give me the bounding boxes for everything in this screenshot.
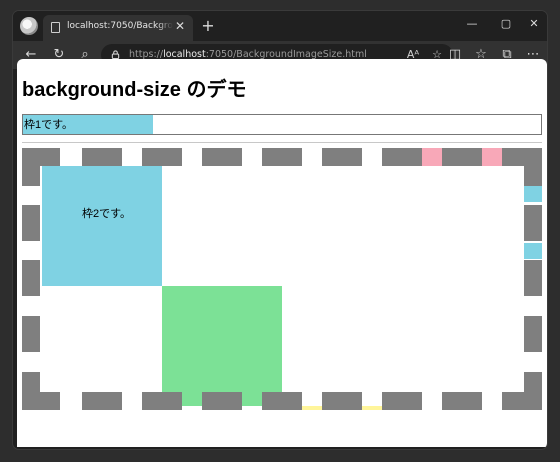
browser-window: localhost:7050/BackgroundImageSize.html … (12, 10, 548, 450)
minimize-icon[interactable]: — (461, 14, 483, 34)
page-viewport: background-size のデモ 枠1です。 枠2です。 (17, 59, 547, 447)
browser-app-icon[interactable] (20, 17, 38, 35)
tile-green (162, 286, 282, 406)
page-icon (51, 22, 60, 33)
frame-1-label: 枠1です。 (24, 119, 74, 131)
page-title: background-size のデモ (22, 79, 247, 101)
tab-title: localhost:7050/BackgroundImageSize.html (67, 21, 173, 31)
accent-tile-pink (482, 148, 502, 166)
accent-tile-cyan (524, 186, 542, 202)
tab-bar: localhost:7050/BackgroundImageSize.html … (13, 11, 547, 41)
frame-2: 枠2です。 (22, 148, 542, 410)
tile-blue (42, 166, 162, 286)
accent-tile-yellow (362, 406, 382, 410)
close-window-icon[interactable]: ✕ (523, 14, 545, 34)
accent-tile-pink (422, 148, 442, 166)
divider (22, 142, 542, 143)
accent-tile-cyan (524, 243, 542, 259)
tab-close-icon[interactable]: ✕ (173, 19, 187, 33)
tab-background-image-size[interactable]: localhost:7050/BackgroundImageSize.html … (43, 15, 193, 41)
new-tab-icon[interactable]: + (199, 17, 217, 35)
accent-tile-yellow (302, 406, 322, 410)
frame-1: 枠1です。 (22, 114, 542, 135)
lock-icon (111, 50, 120, 59)
frame-2-background (22, 148, 542, 410)
frame-2-label: 枠2です。 (82, 208, 132, 220)
maximize-icon[interactable]: ▢ (495, 14, 517, 34)
